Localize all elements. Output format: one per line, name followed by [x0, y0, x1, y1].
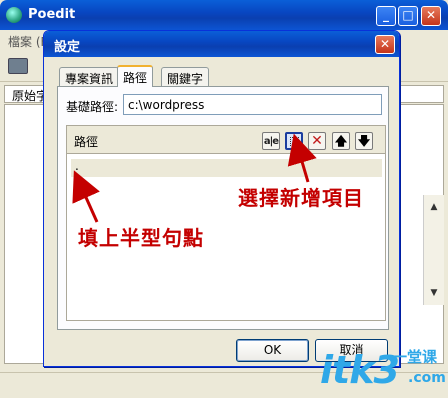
- move-up-button[interactable]: 🡅: [332, 132, 350, 150]
- tab-keywords[interactable]: 關鍵字: [161, 67, 210, 86]
- tab-paths[interactable]: 路徑: [117, 65, 154, 87]
- ok-button[interactable]: OK: [236, 339, 309, 362]
- paths-label: 路徑: [74, 135, 99, 149]
- tab-project-info[interactable]: 專案資訊: [59, 67, 120, 86]
- annotation-fill-dot: 填上半型句點: [78, 226, 204, 250]
- move-down-icon: 🡇: [357, 134, 371, 148]
- watermark-logo: itk3 一堂课 .com: [320, 348, 446, 392]
- move-up-icon: 🡅: [334, 134, 348, 148]
- menu-file[interactable]: 檔案 (F: [8, 33, 47, 50]
- annotation-select-new: 選擇新增項目: [238, 186, 364, 210]
- dialog-close-icon[interactable]: ✕: [375, 35, 395, 54]
- minimize-icon[interactable]: _: [376, 6, 396, 26]
- move-down-button[interactable]: 🡇: [355, 132, 373, 150]
- app-title: Poedit: [28, 7, 76, 22]
- delete-button[interactable]: ✕: [308, 132, 326, 150]
- dialog-titlebar: [44, 31, 399, 57]
- app-close-icon[interactable]: ✕: [421, 6, 441, 26]
- edit-icon: a|e: [263, 136, 279, 147]
- base-path-label: 基礎路徑:: [66, 100, 119, 114]
- open-folder-icon[interactable]: [8, 58, 28, 74]
- poedit-logo-icon: [6, 7, 22, 23]
- edit-button[interactable]: a|e: [262, 132, 280, 150]
- path-entry[interactable]: .: [71, 159, 382, 177]
- scroll-down-icon[interactable]: ▼: [424, 283, 444, 303]
- new-item-button[interactable]: [285, 132, 303, 150]
- maximize-icon[interactable]: □: [398, 6, 418, 26]
- watermark-suffix: .com: [408, 370, 446, 386]
- scroll-up-icon[interactable]: ▲: [424, 197, 444, 217]
- new-item-icon: [289, 137, 299, 146]
- scrollbar[interactable]: ▲ ▼: [423, 195, 444, 305]
- watermark-text: itk3: [320, 348, 400, 392]
- watermark-cn: 一堂课: [392, 348, 438, 366]
- delete-icon: ✕: [311, 133, 323, 149]
- base-path-input[interactable]: [123, 94, 382, 115]
- dialog-title: 設定: [54, 40, 81, 55]
